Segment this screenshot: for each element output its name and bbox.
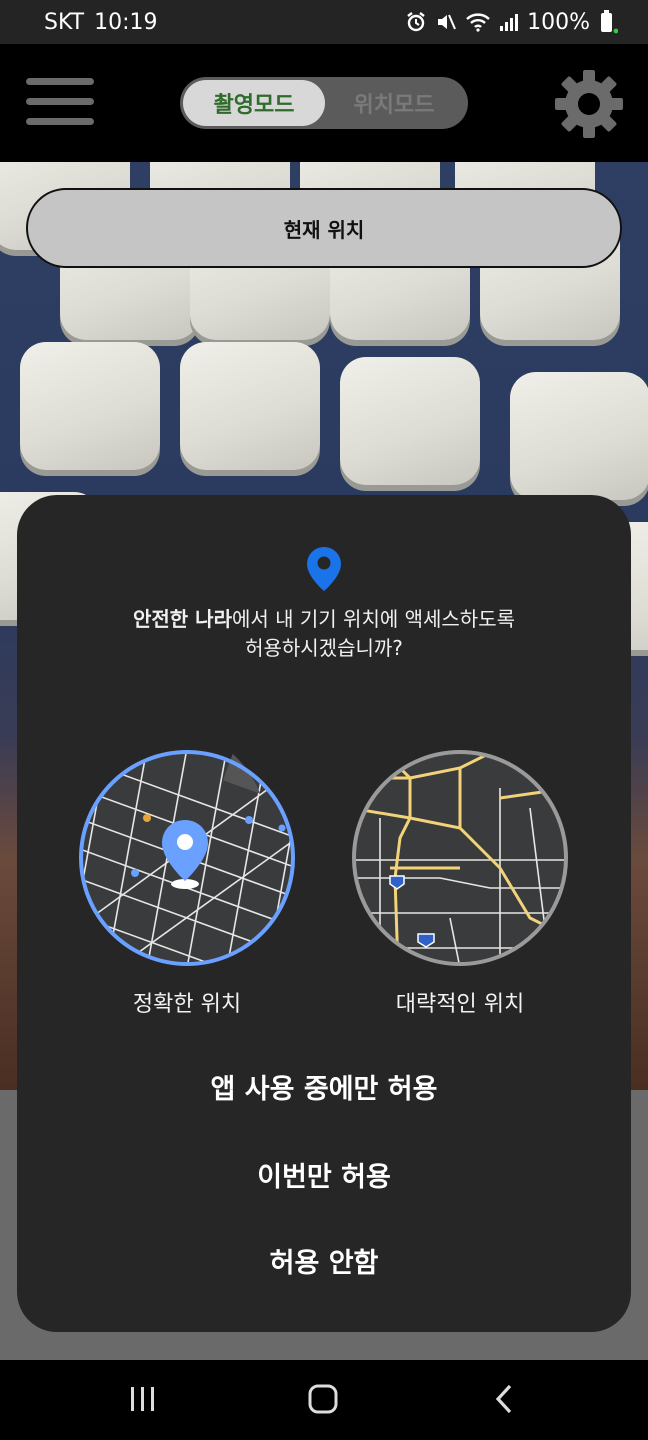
mode-toggle[interactable]: 촬영모드 위치모드 [180,77,468,129]
status-bar: SKT 10:19 100% [0,0,648,44]
gear-icon[interactable] [553,68,625,140]
allow-while-using-button[interactable]: 앱 사용 중에만 허용 [17,1067,631,1106]
keyboard-key [20,342,160,470]
tab-capture-mode[interactable]: 촬영모드 [183,80,325,126]
system-nav-bar [0,1360,648,1440]
allow-once-button[interactable]: 이번만 허용 [17,1155,631,1194]
keyboard-key [340,357,480,485]
clock: 10:19 [94,9,158,35]
approximate-location-label: 대략적인 위치 [395,992,525,1017]
back-icon[interactable] [490,1382,520,1420]
recent-apps-icon[interactable] [128,1382,158,1420]
approximate-location-option[interactable]: 대략적인 위치 [350,748,570,1018]
message-question: 허용하시겠습니까? [245,636,403,660]
mute-icon [435,11,457,33]
location-permission-dialog: 안전한 나라에서 내 기기 위치에 액세스하도록 허용하시겠습니까? 정확한 위… [17,495,631,1332]
app-header: 촬영모드 위치모드 [0,44,648,162]
dialog-message: 안전한 나라에서 내 기기 위치에 액세스하도록 허용하시겠습니까? [57,605,591,663]
location-pin-icon [305,545,343,593]
battery-label: 100% [527,9,590,35]
keyboard-key [180,342,320,470]
deny-button[interactable]: 허용 안함 [17,1241,631,1280]
alarm-icon [405,11,427,33]
app-name: 안전한 나라 [133,607,232,631]
home-icon[interactable] [306,1382,340,1420]
signal-icon [499,11,519,33]
message-text: 에서 내 기기 위치에 액세스하도록 [231,607,515,631]
tab-location-mode[interactable]: 위치모드 [323,80,465,126]
precise-location-label: 정확한 위치 [132,992,242,1017]
battery-icon [598,9,618,35]
precise-map-icon [79,750,295,966]
keyboard-key [510,372,648,500]
current-location-button[interactable]: 현재 위치 [26,188,622,268]
carrier-label: SKT [44,9,85,35]
approximate-map-icon [352,750,568,966]
precise-location-option[interactable]: 정확한 위치 [77,748,297,1018]
wifi-icon [465,11,491,33]
menu-icon[interactable] [26,78,94,128]
